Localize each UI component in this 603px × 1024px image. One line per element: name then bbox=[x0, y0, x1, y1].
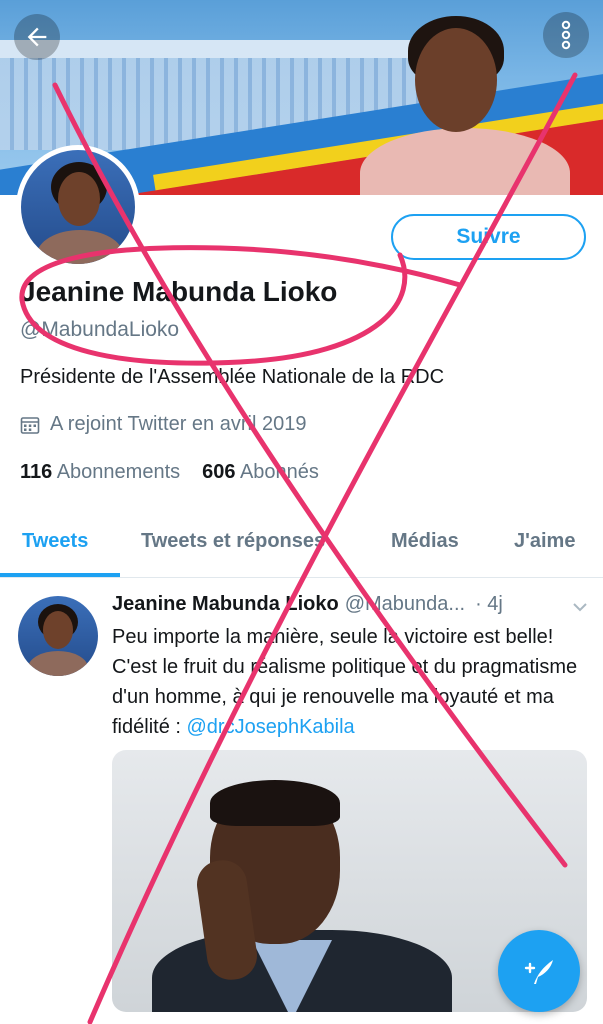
avatar-body bbox=[37, 230, 123, 264]
banner-portrait-face bbox=[415, 28, 497, 132]
tweet-author[interactable]: Jeanine Mabunda Lioko bbox=[112, 593, 339, 616]
following-link[interactable]: 116 Abonnements bbox=[20, 461, 180, 483]
chevron-down-icon[interactable] bbox=[570, 597, 590, 617]
tweet-mention[interactable]: @drcJosephKabila bbox=[186, 716, 354, 738]
banner-building-roof bbox=[0, 40, 420, 58]
compose-tweet-button[interactable] bbox=[498, 930, 580, 1012]
tweet-avatar-body bbox=[28, 651, 88, 676]
profile-handle: @MabundaLioko bbox=[20, 318, 180, 341]
joined-text: A rejoint Twitter en avril 2019 bbox=[50, 413, 307, 435]
profile-name: Jeanine Mabunda Lioko bbox=[20, 276, 338, 307]
tab-likes[interactable]: J'aime bbox=[514, 530, 575, 553]
active-tab-indicator bbox=[0, 573, 120, 577]
following-count: 116 bbox=[20, 461, 53, 483]
profile-stats: 116 Abonnements 606 Abonnés bbox=[20, 461, 319, 484]
followers-count: 606 bbox=[202, 461, 236, 483]
avatar-face bbox=[58, 172, 100, 226]
followers-link[interactable]: 606 Abonnés bbox=[202, 461, 319, 483]
profile-avatar[interactable] bbox=[16, 145, 140, 269]
tweet-header: Jeanine Mabunda Lioko @Mabunda... · 4j bbox=[112, 593, 592, 616]
tweet-text: Peu importe la manière, seule la victoir… bbox=[112, 622, 592, 742]
banner-portrait-body bbox=[360, 128, 570, 195]
tweet-avatar-face bbox=[43, 611, 73, 649]
arrow-left-icon bbox=[27, 27, 47, 47]
following-label: Abonnements bbox=[56, 461, 181, 483]
more-vertical-icon bbox=[561, 20, 571, 50]
image-hair bbox=[210, 780, 340, 826]
banner-portrait bbox=[360, 10, 570, 195]
tweet-avatar[interactable] bbox=[18, 596, 98, 676]
followers-label: Abonnés bbox=[239, 461, 319, 483]
compose-quill-icon bbox=[524, 960, 553, 984]
tab-media[interactable]: Médias bbox=[391, 530, 459, 553]
more-options-button[interactable] bbox=[543, 12, 589, 58]
follow-button[interactable]: Suivre bbox=[391, 214, 586, 260]
profile-joined: A rejoint Twitter en avril 2019 bbox=[20, 413, 306, 436]
calendar-icon bbox=[20, 416, 40, 434]
tab-tweets[interactable]: Tweets bbox=[22, 530, 88, 553]
tweet-time[interactable]: · 4j bbox=[475, 593, 503, 616]
tweet-handle[interactable]: @Mabunda... bbox=[345, 593, 465, 616]
back-button[interactable] bbox=[14, 14, 60, 60]
tab-tweets-replies[interactable]: Tweets et réponses bbox=[141, 530, 325, 553]
profile-tabs: Tweets Tweets et réponses Médias J'aime bbox=[0, 518, 603, 578]
profile-bio: Présidente de l'Assemblée Nationale de l… bbox=[20, 366, 445, 388]
